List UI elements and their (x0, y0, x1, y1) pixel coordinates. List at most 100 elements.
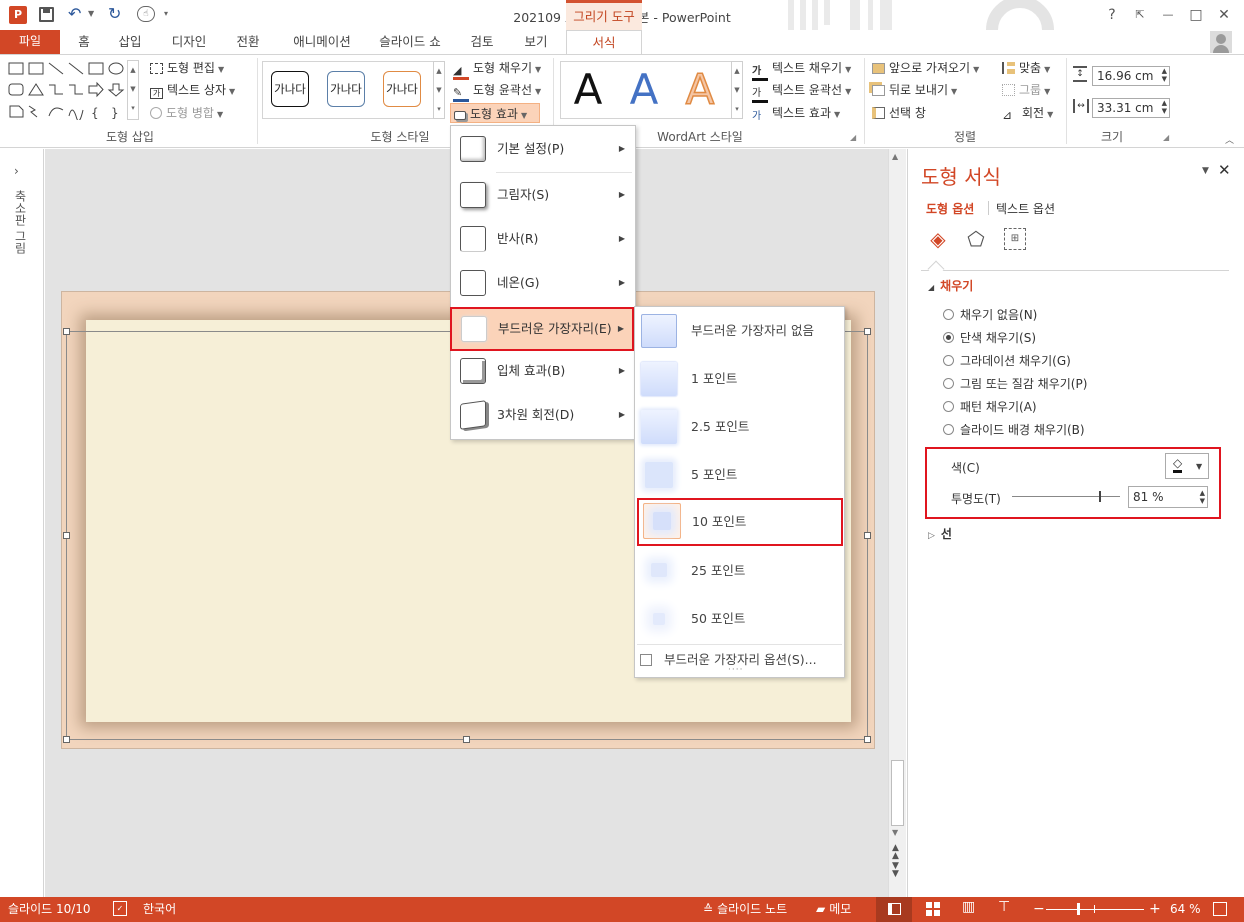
menu-item-3d-rotation[interactable]: 3차원 회전(D) ▶ (451, 393, 633, 437)
fill-option-pattern[interactable]: 패턴 채우기(A) (943, 398, 1037, 416)
shape-style-blue[interactable]: 가나다 (327, 71, 365, 107)
tab-design[interactable]: 디자인 (162, 30, 216, 54)
menu-item-shadow[interactable]: 그림자(S) ▶ (451, 173, 633, 217)
user-avatar[interactable] (1210, 31, 1232, 53)
resize-handle[interactable] (63, 736, 70, 743)
effects-pentagon-icon[interactable]: ⬠ (964, 227, 988, 251)
tab-slideshow[interactable]: 슬라이드 쇼 (372, 30, 448, 54)
tab-format[interactable]: 서식 (566, 30, 642, 54)
soft-edge-1pt[interactable]: 1 포인트 (635, 355, 842, 403)
slide-counter[interactable]: 슬라이드 10/10 (8, 897, 91, 922)
fill-option-solid[interactable]: 단색 채우기(S) (943, 329, 1036, 347)
size-properties-icon[interactable]: ⊞ (1004, 228, 1026, 250)
undo-dropdown-icon[interactable]: ▼ (88, 9, 94, 18)
line-section-header[interactable]: ▷ 선 (928, 525, 952, 542)
help-button[interactable]: ? (1100, 4, 1124, 26)
fill-option-none[interactable]: 채우기 없음(N) (943, 306, 1037, 324)
transparency-slider-track[interactable] (1012, 496, 1120, 497)
fill-option-gradient[interactable]: 그라데이션 채우기(G) (943, 352, 1071, 370)
dialog-launcher-icon[interactable]: ◢ (1163, 133, 1169, 142)
text-effects-button[interactable]: 가 텍스트 효과 ▼ (752, 103, 840, 123)
spin-arrows-icon[interactable]: ▲ ▼ (1162, 67, 1167, 83)
send-backward-button[interactable]: 뒤로 보내기 ▼ (872, 80, 957, 100)
group-button[interactable]: 그룹 ▼ (1002, 80, 1050, 100)
menu-item-glow[interactable]: 네온(G) ▶ (451, 261, 633, 305)
pane-close-button[interactable]: ✕ (1218, 161, 1231, 179)
transparency-field[interactable]: 81 % ▲ ▼ (1128, 486, 1208, 508)
minimize-button[interactable]: — (1156, 4, 1180, 26)
scroll-thumb[interactable] (891, 760, 904, 826)
wordart-style-orange[interactable]: A (675, 64, 725, 115)
soft-edge-25pt[interactable]: 25 포인트 (635, 547, 842, 595)
fill-line-icon[interactable]: ◈ (926, 227, 950, 251)
text-outline-button[interactable]: 가 텍스트 윤곽선 ▼ (752, 80, 851, 103)
next-slide-icon[interactable]: ▼ ▼ (892, 862, 899, 879)
collapse-ribbon-icon[interactable]: ︿ (1225, 133, 1234, 146)
zoom-slider-track[interactable] (1046, 909, 1144, 910)
zoom-in-button[interactable]: + (1149, 897, 1161, 922)
save-icon[interactable] (39, 7, 54, 22)
resize-handle[interactable] (864, 328, 871, 335)
reading-view-icon[interactable]: ▥ (962, 899, 975, 915)
shape-effects-button[interactable]: 도형 효과 ▼ (450, 103, 540, 123)
shape-fill-button[interactable]: ◢ 도형 채우기 ▼ (453, 58, 541, 80)
spin-arrows-icon[interactable]: ▲ ▼ (1162, 99, 1167, 115)
dialog-launcher-icon[interactable]: ◢ (850, 133, 856, 142)
height-field[interactable]: 16.96 cm ▲ ▼ (1092, 66, 1170, 86)
resize-handle[interactable] (63, 328, 70, 335)
menu-item-soft-edges[interactable]: 부드러운 가장자리(E) ▶ (450, 307, 634, 351)
shape-style-black[interactable]: 가나다 (271, 71, 309, 107)
shape-style-orange[interactable]: 가나다 (383, 71, 421, 107)
wordart-scroll[interactable]: ▲ ▼ ▾ (731, 61, 743, 119)
spell-check-icon[interactable]: ✓ (113, 901, 127, 916)
zoom-slider-thumb[interactable] (1077, 903, 1080, 915)
close-button[interactable]: ✕ (1212, 4, 1236, 26)
rotate-button[interactable]: ⊿ 회전 ▼ (1002, 103, 1053, 123)
resize-grip[interactable]: ···· (728, 665, 743, 675)
resize-handle[interactable] (463, 736, 470, 743)
shapes-gallery-scroll[interactable]: ▲ ▼ ▾ (127, 60, 139, 120)
undo-icon[interactable]: ↶ (68, 4, 81, 23)
edit-shape-button[interactable]: 도형 편집 ▼ (150, 58, 224, 78)
align-button[interactable]: 맞춤 ▼ (1002, 58, 1050, 78)
notes-button[interactable]: ≙ 슬라이드 노트 (703, 897, 787, 922)
ribbon-display-button[interactable]: ⇱ (1128, 4, 1152, 26)
fit-to-window-icon[interactable] (1213, 902, 1227, 916)
menu-item-reflection[interactable]: 반사(R) ▶ (451, 217, 633, 261)
wordart-style-blue[interactable]: A (619, 65, 669, 115)
scroll-up-icon[interactable]: ▲ (892, 152, 898, 161)
zoom-level[interactable]: 64 % (1170, 897, 1201, 922)
expand-thumbnails-icon[interactable]: › (14, 164, 19, 178)
comments-button[interactable]: ▰ 메모 (816, 897, 851, 922)
fill-option-picture[interactable]: 그림 또는 질감 채우기(P) (943, 375, 1087, 393)
previous-slide-icon[interactable]: ▲ ▲ (892, 844, 899, 861)
soft-edge-2-5pt[interactable]: 2.5 포인트 (635, 403, 842, 451)
soft-edge-none[interactable]: 부드러운 가장자리 없음 (635, 307, 842, 355)
soft-edge-5pt[interactable]: 5 포인트 (635, 451, 842, 499)
fill-option-slide-background[interactable]: 슬라이드 배경 채우기(B) (943, 421, 1085, 439)
color-picker-button[interactable]: ◇ ▼ (1165, 453, 1209, 479)
fill-section-header[interactable]: ◢ 채우기 (928, 277, 973, 294)
text-box-button[interactable]: 가 텍스트 상자 ▼ (150, 80, 235, 100)
customize-qat-icon[interactable]: ▾ (164, 9, 168, 18)
selection-pane-button[interactable]: 선택 창 (872, 103, 926, 123)
resize-handle[interactable] (864, 736, 871, 743)
tab-review[interactable]: 검토 (462, 30, 502, 54)
tab-transitions[interactable]: 전환 (226, 30, 270, 54)
slideshow-icon[interactable]: ⊤ (998, 899, 1010, 915)
spin-arrows-icon[interactable]: ▲ ▼ (1200, 489, 1205, 505)
zoom-out-button[interactable]: − (1033, 897, 1045, 922)
tab-insert[interactable]: 삽입 (110, 30, 150, 54)
soft-edge-50pt[interactable]: 50 포인트 (635, 595, 842, 643)
merge-shapes-button[interactable]: 도형 병합 ▼ (150, 103, 223, 123)
tab-text-options[interactable]: 텍스트 옵션 (996, 200, 1055, 217)
tab-animations[interactable]: 애니메이션 (282, 30, 362, 54)
tab-home[interactable]: 홈 (66, 30, 102, 54)
touch-mode-icon[interactable]: ☝ (137, 6, 155, 22)
resize-handle[interactable] (864, 532, 871, 539)
soft-edge-10pt[interactable]: 10 포인트 (637, 498, 843, 546)
scroll-down-icon[interactable]: ▼ (892, 828, 898, 837)
bring-forward-button[interactable]: 앞으로 가져오기 ▼ (872, 58, 979, 78)
resize-handle[interactable] (63, 532, 70, 539)
tab-view[interactable]: 보기 (514, 30, 558, 54)
